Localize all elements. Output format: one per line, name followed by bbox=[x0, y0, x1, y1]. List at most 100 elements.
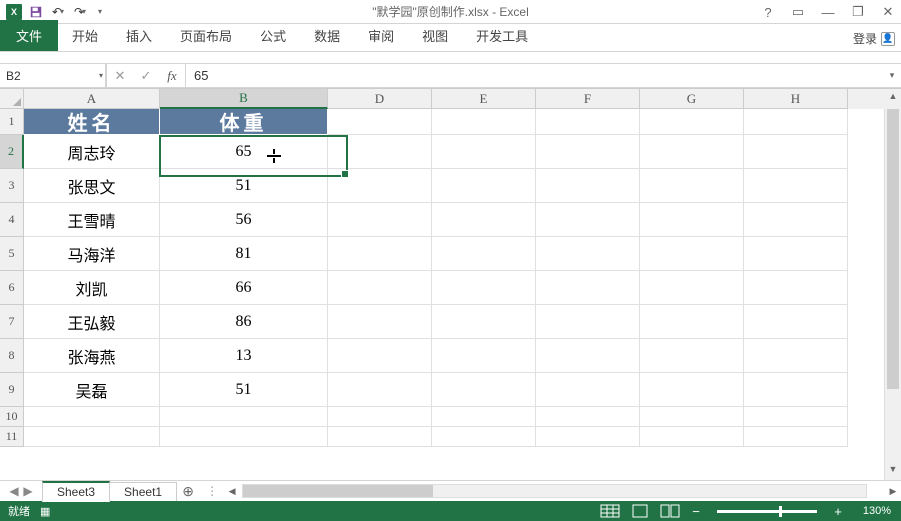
cell[interactable] bbox=[744, 407, 848, 427]
cell[interactable]: 王弘毅 bbox=[24, 305, 160, 339]
row-header[interactable]: 1 bbox=[0, 109, 24, 135]
cell[interactable] bbox=[432, 271, 536, 305]
tab-file[interactable]: 文件 bbox=[0, 20, 58, 51]
cell[interactable] bbox=[640, 373, 744, 407]
cell[interactable]: 张海燕 bbox=[24, 339, 160, 373]
row-header[interactable]: 7 bbox=[0, 305, 24, 339]
header-cell-weight[interactable]: 体重 bbox=[160, 109, 328, 135]
fx-button[interactable]: fx bbox=[159, 64, 185, 87]
cell[interactable] bbox=[432, 339, 536, 373]
cell[interactable]: 66 bbox=[160, 271, 328, 305]
sheet-tab[interactable]: Sheet1 bbox=[109, 482, 177, 501]
cell[interactable] bbox=[744, 203, 848, 237]
spreadsheet-grid[interactable]: A B D E F G H 1 姓名 体重 2 周志玲 65 3 张思文 51 … bbox=[0, 88, 901, 480]
cell[interactable] bbox=[536, 407, 640, 427]
row-header[interactable]: 6 bbox=[0, 271, 24, 305]
macro-record-icon[interactable]: ▦ bbox=[40, 505, 50, 518]
cell[interactable] bbox=[328, 427, 432, 447]
scroll-thumb[interactable] bbox=[887, 109, 899, 389]
cell[interactable] bbox=[536, 237, 640, 271]
cell[interactable] bbox=[432, 237, 536, 271]
cell[interactable] bbox=[640, 305, 744, 339]
cell[interactable] bbox=[24, 407, 160, 427]
cell[interactable]: 张思文 bbox=[24, 169, 160, 203]
cell[interactable] bbox=[536, 109, 640, 135]
formula-input[interactable]: 65 bbox=[186, 64, 883, 87]
cell[interactable] bbox=[328, 237, 432, 271]
sheet-nav-next-icon[interactable]: ▶ bbox=[22, 484, 34, 498]
name-box[interactable]: B2 ▾ bbox=[0, 64, 106, 87]
view-page-layout-icon[interactable] bbox=[629, 504, 651, 518]
cell[interactable] bbox=[744, 169, 848, 203]
cell[interactable]: 马海洋 bbox=[24, 237, 160, 271]
cell[interactable] bbox=[160, 427, 328, 447]
cell[interactable] bbox=[432, 169, 536, 203]
cell[interactable] bbox=[432, 109, 536, 135]
tab-developer[interactable]: 开发工具 bbox=[462, 20, 542, 51]
cell[interactable] bbox=[432, 305, 536, 339]
cell[interactable] bbox=[536, 339, 640, 373]
cell[interactable] bbox=[328, 407, 432, 427]
cell[interactable]: 周志玲 bbox=[24, 135, 160, 169]
cell[interactable] bbox=[432, 427, 536, 447]
cell[interactable] bbox=[744, 373, 848, 407]
col-header-b[interactable]: B bbox=[160, 89, 328, 109]
formula-enter-button[interactable]: ✓ bbox=[133, 64, 159, 87]
cell[interactable] bbox=[640, 237, 744, 271]
cell[interactable] bbox=[744, 135, 848, 169]
col-header-h[interactable]: H bbox=[744, 89, 848, 109]
cell[interactable] bbox=[640, 339, 744, 373]
scroll-left-icon[interactable]: ◀ bbox=[224, 486, 240, 497]
tab-review[interactable]: 审阅 bbox=[354, 20, 408, 51]
save-icon[interactable] bbox=[28, 4, 44, 20]
cell[interactable] bbox=[744, 305, 848, 339]
qat-customize-icon[interactable]: ▾ bbox=[98, 7, 102, 16]
formula-cancel-button[interactable]: ✕ bbox=[107, 64, 133, 87]
chevron-down-icon[interactable]: ▾ bbox=[60, 7, 64, 16]
cell[interactable] bbox=[432, 373, 536, 407]
cell[interactable] bbox=[328, 135, 432, 169]
scroll-down-icon[interactable]: ▼ bbox=[885, 464, 901, 480]
cell[interactable]: 吴磊 bbox=[24, 373, 160, 407]
cell[interactable] bbox=[744, 339, 848, 373]
minimize-button[interactable]: — bbox=[819, 3, 837, 21]
cell[interactable] bbox=[640, 135, 744, 169]
sheet-nav[interactable]: ◀▶ bbox=[0, 484, 42, 498]
cell[interactable] bbox=[536, 271, 640, 305]
scroll-right-icon[interactable]: ▶ bbox=[885, 486, 901, 497]
cell[interactable] bbox=[536, 169, 640, 203]
cell[interactable] bbox=[160, 407, 328, 427]
cell[interactable] bbox=[328, 339, 432, 373]
cell[interactable] bbox=[744, 427, 848, 447]
sheet-nav-prev-icon[interactable]: ◀ bbox=[8, 484, 20, 498]
cell[interactable]: 86 bbox=[160, 305, 328, 339]
formula-bar-expand-icon[interactable]: ▾ bbox=[883, 64, 901, 87]
chevron-down-icon[interactable]: ▾ bbox=[99, 71, 103, 80]
col-header-e[interactable]: E bbox=[432, 89, 536, 109]
undo-button[interactable]: ↶▾ bbox=[50, 4, 66, 20]
excel-logo-icon[interactable]: X bbox=[6, 4, 22, 20]
cell[interactable]: 81 bbox=[160, 237, 328, 271]
row-header[interactable]: 5 bbox=[0, 237, 24, 271]
sheet-tab-active[interactable]: Sheet3 bbox=[42, 481, 110, 502]
horizontal-scrollbar[interactable] bbox=[242, 484, 867, 498]
cell[interactable] bbox=[328, 109, 432, 135]
zoom-slider[interactable] bbox=[717, 510, 817, 513]
tab-divider[interactable]: ⋮ bbox=[200, 484, 224, 498]
cell[interactable] bbox=[432, 203, 536, 237]
view-normal-icon[interactable] bbox=[599, 504, 621, 518]
row-header[interactable]: 4 bbox=[0, 203, 24, 237]
cell[interactable] bbox=[328, 373, 432, 407]
restore-button[interactable]: ❐ bbox=[849, 3, 867, 21]
row-header[interactable]: 8 bbox=[0, 339, 24, 373]
col-header-a[interactable]: A bbox=[24, 89, 160, 109]
header-cell-name[interactable]: 姓名 bbox=[24, 109, 160, 135]
cell[interactable]: 65 bbox=[160, 135, 328, 169]
tab-home[interactable]: 开始 bbox=[58, 20, 112, 51]
cell[interactable] bbox=[744, 271, 848, 305]
chevron-down-icon[interactable]: ▾ bbox=[82, 7, 86, 16]
row-header[interactable]: 3 bbox=[0, 169, 24, 203]
cell[interactable]: 刘凯 bbox=[24, 271, 160, 305]
cell[interactable] bbox=[640, 203, 744, 237]
close-button[interactable]: ✕ bbox=[879, 3, 897, 21]
